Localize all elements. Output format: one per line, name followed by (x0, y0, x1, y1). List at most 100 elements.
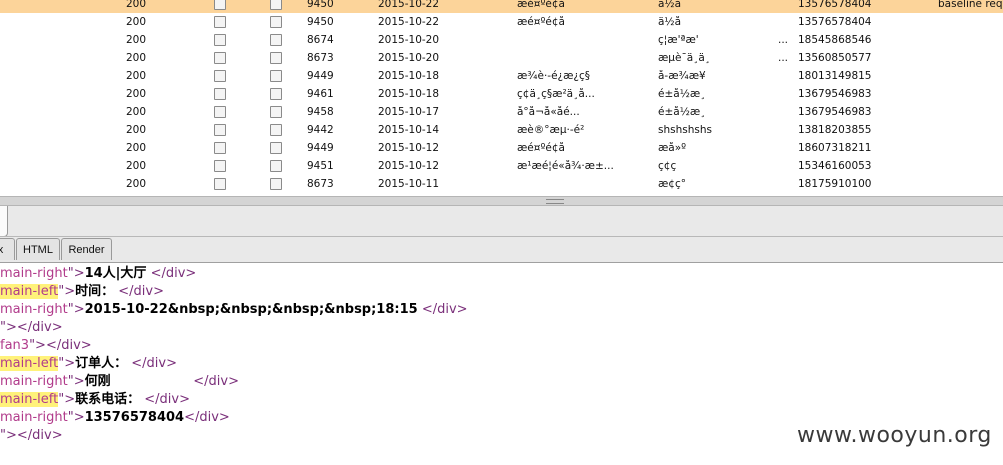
close-tag: </div> (45, 338, 92, 353)
split-pane-divider[interactable] (0, 196, 1003, 206)
highlight-checkbox[interactable] (214, 0, 226, 10)
highlight-checkbox[interactable] (214, 52, 226, 64)
name-cell: å-æ¾æ¥ (658, 70, 706, 82)
code-text: 何刚 (84, 374, 111, 389)
date-cell: 2015-10-12 (378, 142, 440, 154)
id-cell: 9442 (307, 124, 334, 136)
id-cell: 9458 (307, 106, 334, 118)
close-tag: </div> (193, 374, 239, 389)
close-tag: </div> (144, 392, 190, 407)
ellipsis-cell: ... (778, 52, 789, 64)
code-text: 13576578404 (84, 410, 185, 425)
table-row[interactable]: 200 9461 2015-10-18 ç¢ä¸ç§æ²ä¸å... é±å½æ¸ 136… (0, 85, 1003, 103)
title-cell: å°å¬å«åé... (517, 106, 580, 118)
table-row[interactable]: 200 9450 2015-10-22 æé¤ºé¢å ä½å 13576578404 (0, 13, 1003, 31)
name-cell: ç¦æ'ªæ' (658, 34, 699, 46)
close-tag: </div> (421, 302, 468, 317)
highlight-checkbox[interactable] (214, 142, 226, 154)
phone-cell: 18607318211 (798, 142, 872, 154)
date-cell: 2015-10-18 (378, 70, 440, 82)
comment-checkbox[interactable] (270, 106, 282, 118)
date-cell: 2015-10-14 (378, 124, 440, 136)
table-row[interactable]: 200 9449 2015-10-18 æ¾è·-é¿æ¿ç§ å-æ¾æ¥ 180131… (0, 67, 1003, 85)
highlight-checkbox[interactable] (214, 70, 226, 82)
close-tag: </div> (16, 428, 63, 443)
title-cell: æé¤ºé¢å (517, 0, 565, 10)
highlight-checkbox[interactable] (214, 16, 226, 28)
status-cell: 200 (126, 70, 147, 82)
phone-cell: 15346160053 (798, 160, 872, 172)
highlight-checkbox[interactable] (214, 160, 226, 172)
date-cell: 2015-10-11 (378, 178, 440, 190)
comment-checkbox[interactable] (270, 70, 282, 82)
id-cell: 9449 (307, 142, 334, 154)
comment-checkbox[interactable] (270, 142, 282, 154)
table-row[interactable]: 200 9458 2015-10-17 å°å¬å«åé... é±å½æ¸ 136795… (0, 103, 1003, 121)
divider-grip-icon[interactable] (546, 199, 564, 204)
status-cell: 200 (126, 16, 147, 28)
tab-hex[interactable]: x (0, 238, 15, 260)
tab-html[interactable]: HTML (16, 238, 60, 260)
close-tag: </div> (16, 320, 63, 335)
tab-row-divider (0, 236, 1003, 237)
response-tab[interactable] (0, 206, 8, 237)
highlight-checkbox[interactable] (214, 88, 226, 100)
tag-punct: "> (67, 302, 85, 317)
attr-value: fan3 (0, 338, 30, 353)
close-tag: </div> (184, 410, 230, 425)
tag-punct: "> (67, 374, 85, 389)
table-row[interactable]: 200 9442 2015-10-14 æè®°æµ·-é² shshshshs 1381… (0, 121, 1003, 139)
close-tag: </div> (150, 266, 197, 281)
table-row[interactable]: 200 8673 2015-10-20 æµè¯ä¸ä¸... 13560850577 (0, 49, 1003, 67)
table-row[interactable]: 200 9450 2015-10-22 æé¤ºé¢å ä½å 13576578404 ba… (0, 0, 1003, 13)
highlight-checkbox[interactable] (214, 106, 226, 118)
title-cell: æ¾è·-é¿æ¿ç§ (517, 70, 591, 82)
phone-cell: 18545868546 (798, 34, 872, 46)
comment-checkbox[interactable] (270, 124, 282, 136)
highlight-checkbox[interactable] (214, 34, 226, 46)
table-row[interactable]: 200 8673 2015-10-11 æ¢ç° 18175910100 (0, 175, 1003, 193)
comment-checkbox[interactable] (270, 0, 282, 10)
phone-cell: 18175910100 (798, 178, 872, 190)
code-line: main-right">13576578404</div> (0, 409, 230, 427)
tag-punct: "> (58, 284, 76, 299)
table-row[interactable]: 200 9449 2015-10-12 æé¤ºé¢å æå»º 18607318211 (0, 139, 1003, 157)
tag-punct: "> (67, 410, 85, 425)
comment-checkbox[interactable] (270, 178, 282, 190)
comment-checkbox[interactable] (270, 52, 282, 64)
name-cell: ä½å (658, 16, 682, 28)
tab-render[interactable]: Render (61, 238, 112, 260)
highlight-checkbox[interactable] (214, 124, 226, 136)
phone-cell: 13679546983 (798, 88, 872, 100)
comment-checkbox[interactable] (270, 34, 282, 46)
date-cell: 2015-10-17 (378, 106, 440, 118)
code-line: main-right">14人|大厅 </div> (0, 265, 196, 283)
code-text: 联系电话： (75, 392, 141, 407)
tag-punct: "> (58, 356, 76, 371)
viewer-tab-area: x HTML Render (0, 206, 1003, 262)
status-cell: 200 (126, 34, 147, 46)
table-row[interactable]: 200 9451 2015-10-12 æ¹æé¦é«å¾·æ±... ç¢ç 15346… (0, 157, 1003, 175)
id-cell: 9451 (307, 160, 334, 172)
comment-checkbox[interactable] (270, 16, 282, 28)
comment-cell: baseline requ (938, 0, 1003, 10)
comment-checkbox[interactable] (270, 88, 282, 100)
tag-punct: "> (29, 338, 46, 353)
status-cell: 200 (126, 160, 147, 172)
code-line: main-left">联系电话： </div> (0, 391, 190, 409)
comment-checkbox[interactable] (270, 160, 282, 172)
code-line: main-left">订单人： </div> (0, 355, 177, 373)
id-cell: 8673 (307, 178, 334, 190)
date-cell: 2015-10-20 (378, 34, 440, 46)
date-cell: 2015-10-22 (378, 0, 440, 10)
title-cell: ç¢ä¸ç§æ²ä¸å... (517, 88, 595, 100)
code-text: 14人|大厅 (84, 266, 147, 281)
attr-value-highlighted: main-left (0, 356, 59, 371)
highlight-checkbox[interactable] (214, 178, 226, 190)
phone-cell: 13576578404 (798, 16, 872, 28)
table-row[interactable]: 200 8674 2015-10-20 ç¦æ'ªæ'... 18545868546 (0, 31, 1003, 49)
name-cell: æ¢ç° (658, 178, 687, 190)
title-cell: æ¹æé¦é«å¾·æ±... (517, 160, 614, 172)
code-line: main-right">何刚 </div> (0, 373, 239, 391)
name-cell: æå»º (658, 142, 687, 154)
